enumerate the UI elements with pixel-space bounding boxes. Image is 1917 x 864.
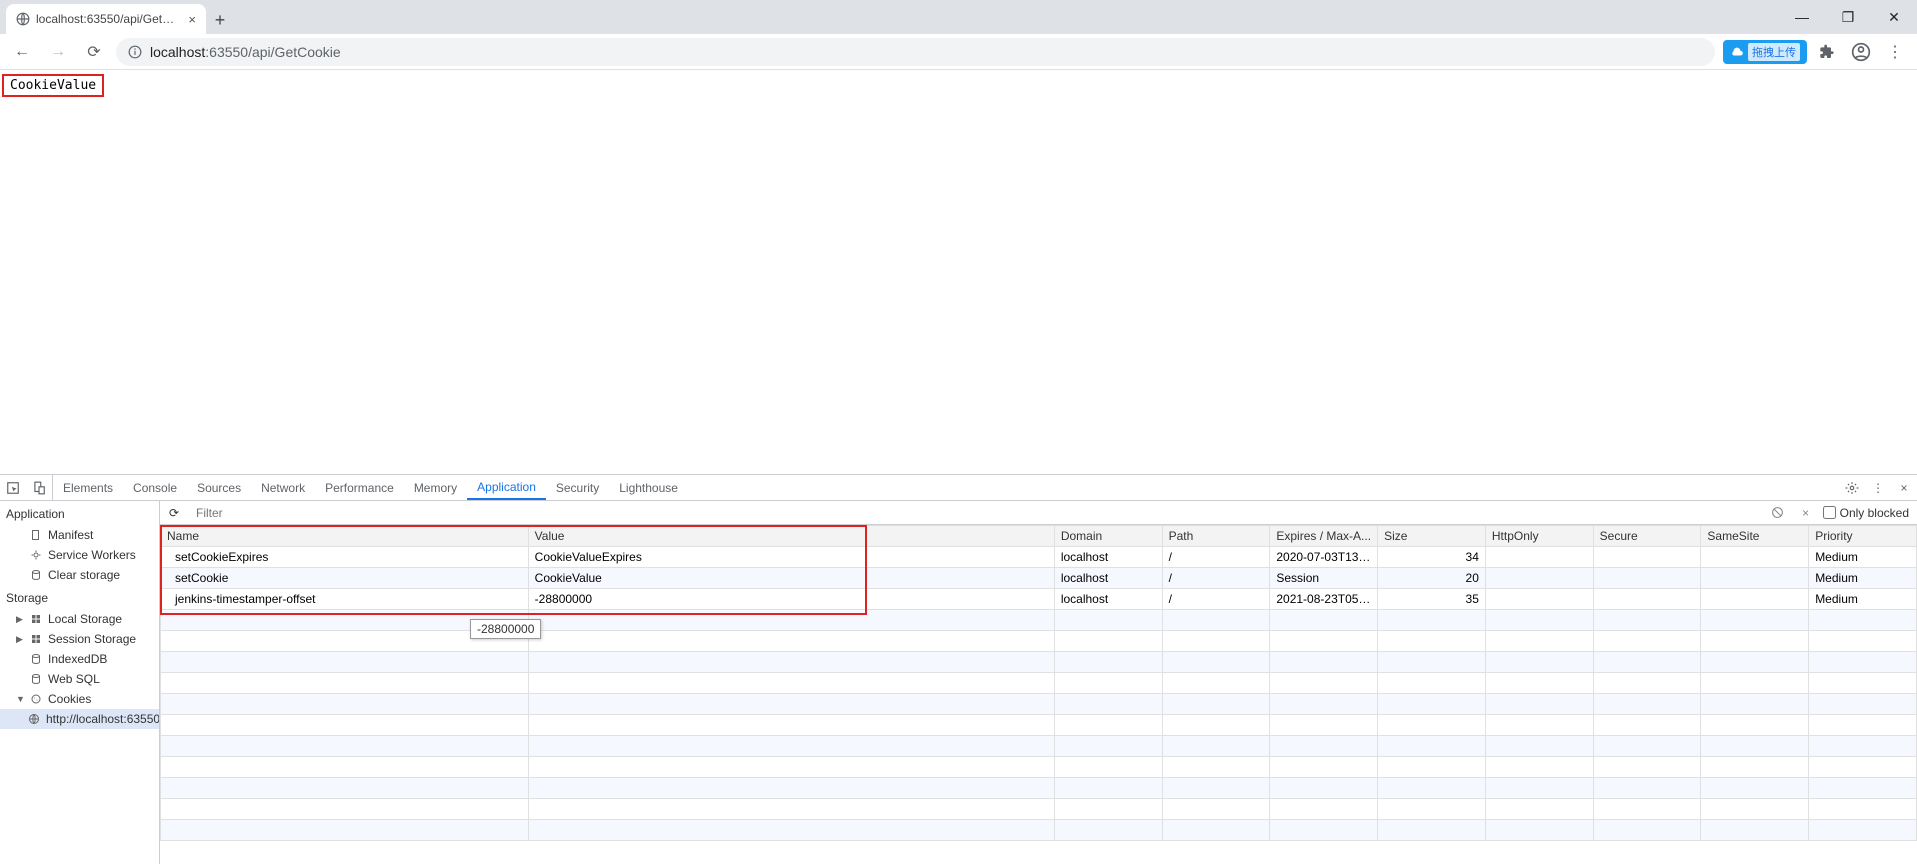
table-row[interactable] [161, 694, 1917, 715]
sidebar-item-clear-storage[interactable]: Clear storage [0, 565, 159, 585]
extensions-icon[interactable] [1813, 38, 1841, 66]
value-tooltip: -28800000 [470, 619, 541, 639]
col-secure[interactable]: Secure [1593, 526, 1701, 547]
profile-icon[interactable] [1847, 38, 1875, 66]
devtools: ElementsConsoleSourcesNetworkPerformance… [0, 474, 1917, 864]
inspect-icon[interactable] [0, 481, 26, 495]
reload-button[interactable]: ⟳ [80, 38, 108, 66]
sidebar-item-service-workers[interactable]: Service Workers [0, 545, 159, 565]
table-row[interactable] [161, 799, 1917, 820]
devtools-tab-network[interactable]: Network [251, 475, 315, 500]
table-row[interactable] [161, 715, 1917, 736]
filter-input[interactable] [194, 504, 1761, 522]
sidebar-group-application: Application [0, 501, 159, 525]
sidebar-item-session-storage[interactable]: ▶Session Storage [0, 629, 159, 649]
cookies-table: NameValueDomainPathExpires / Max-A...Siz… [160, 525, 1917, 841]
extension-button[interactable]: 拖拽上传 [1723, 40, 1807, 64]
table-row[interactable] [161, 652, 1917, 673]
db-icon [30, 673, 42, 685]
globe-icon [16, 12, 30, 26]
col-priority[interactable]: Priority [1809, 526, 1917, 547]
cookies-table-wrap: NameValueDomainPathExpires / Max-A...Siz… [160, 525, 1917, 864]
devtools-tabbar: ElementsConsoleSourcesNetworkPerformance… [0, 475, 1917, 501]
sidebar-item-indexeddb[interactable]: IndexedDB [0, 649, 159, 669]
col-name[interactable]: Name [161, 526, 529, 547]
grid-icon [30, 613, 42, 625]
grid-icon [30, 633, 42, 645]
gear-icon [30, 549, 42, 561]
db-icon [30, 569, 42, 581]
devtools-tab-memory[interactable]: Memory [404, 475, 467, 500]
only-blocked-checkbox[interactable]: Only blocked [1823, 506, 1909, 520]
more-icon[interactable]: ⋮ [1865, 481, 1891, 495]
table-row[interactable]: setCookieCookieValuelocalhost/Session20M… [161, 568, 1917, 589]
devtools-tab-application[interactable]: Application [467, 475, 546, 500]
application-sidebar: ApplicationManifestService WorkersClear … [0, 501, 160, 864]
globe-icon [28, 713, 40, 725]
col-domain[interactable]: Domain [1054, 526, 1162, 547]
sidebar-item-manifest[interactable]: Manifest [0, 525, 159, 545]
table-row[interactable]: setCookieExpiresCookieValueExpireslocalh… [161, 547, 1917, 568]
devtools-tab-console[interactable]: Console [123, 475, 187, 500]
info-icon [128, 45, 142, 59]
table-row[interactable] [161, 736, 1917, 757]
extension-label: 拖拽上传 [1748, 43, 1800, 61]
table-row[interactable] [161, 631, 1917, 652]
col-size[interactable]: Size [1378, 526, 1486, 547]
minimize-button[interactable]: — [1779, 0, 1825, 34]
cookie-icon [30, 693, 42, 705]
window-controls: — ❐ ✕ [1779, 0, 1917, 34]
refresh-button[interactable]: ⟳ [160, 506, 188, 520]
devtools-tab-security[interactable]: Security [546, 475, 609, 500]
devtools-tab-elements[interactable]: Elements [53, 475, 123, 500]
device-icon[interactable] [26, 481, 52, 495]
sidebar-group-storage: Storage [0, 585, 159, 609]
sidebar-item-cookie-origin[interactable]: http://localhost:63550 [0, 709, 159, 729]
devtools-tab-performance[interactable]: Performance [315, 475, 404, 500]
menu-icon[interactable]: ⋮ [1881, 38, 1909, 66]
url-input[interactable]: localhost:63550/api/GetCookie [116, 38, 1715, 66]
back-button[interactable]: ← [8, 38, 36, 66]
address-bar: ← → ⟳ localhost:63550/api/GetCookie 拖拽上传… [0, 34, 1917, 70]
tab-title: localhost:63550/api/GetCookie [36, 12, 182, 26]
page-body-text: CookieValue [2, 74, 104, 97]
col-expires-max-a-[interactable]: Expires / Max-A... [1270, 526, 1378, 547]
toolbar-right: 拖拽上传 ⋮ [1723, 38, 1909, 66]
url-port: :63550 [205, 44, 248, 60]
forward-button[interactable]: → [44, 38, 72, 66]
cloud-icon [1730, 45, 1744, 59]
table-row[interactable] [161, 778, 1917, 799]
col-samesite[interactable]: SameSite [1701, 526, 1809, 547]
doc-icon [30, 529, 42, 541]
col-httponly[interactable]: HttpOnly [1485, 526, 1593, 547]
cookies-panel: ⟳ × Only blocked NameValueDomainPathExpi… [160, 501, 1917, 864]
sidebar-item-local-storage[interactable]: ▶Local Storage [0, 609, 159, 629]
browser-tab-strip: localhost:63550/api/GetCookie × + — ❐ ✕ [0, 0, 1917, 34]
devtools-tab-lighthouse[interactable]: Lighthouse [609, 475, 688, 500]
sidebar-item-cookies[interactable]: ▼Cookies [0, 689, 159, 709]
table-row[interactable] [161, 673, 1917, 694]
url-host: localhost [150, 44, 205, 60]
table-row[interactable] [161, 610, 1917, 631]
delete-selected-icon[interactable]: × [1795, 506, 1817, 520]
close-icon[interactable]: × [188, 12, 196, 27]
db-icon [30, 653, 42, 665]
settings-icon[interactable] [1839, 481, 1865, 495]
url-path: /api/GetCookie [248, 44, 341, 60]
table-row[interactable]: jenkins-timestamper-offset-28800000local… [161, 589, 1917, 610]
table-row[interactable] [161, 820, 1917, 841]
col-value[interactable]: Value [528, 526, 1054, 547]
cookies-toolbar: ⟳ × Only blocked [160, 501, 1917, 525]
clear-all-icon[interactable] [1767, 506, 1789, 519]
close-window-button[interactable]: ✕ [1871, 0, 1917, 34]
new-tab-button[interactable]: + [206, 6, 234, 34]
maximize-button[interactable]: ❐ [1825, 0, 1871, 34]
devtools-tab-sources[interactable]: Sources [187, 475, 251, 500]
col-path[interactable]: Path [1162, 526, 1270, 547]
page-content: CookieValue [0, 70, 1917, 474]
sidebar-item-web-sql[interactable]: Web SQL [0, 669, 159, 689]
devtools-close-icon[interactable]: × [1891, 481, 1917, 495]
browser-tab[interactable]: localhost:63550/api/GetCookie × [6, 4, 206, 34]
table-row[interactable] [161, 757, 1917, 778]
